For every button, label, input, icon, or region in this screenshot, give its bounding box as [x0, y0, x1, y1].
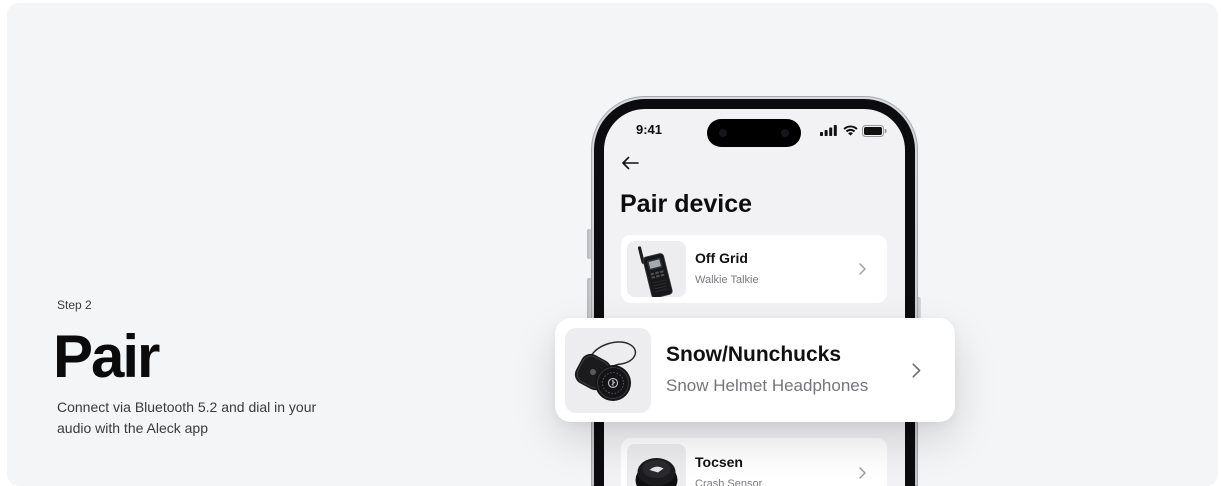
featured-device-subtitle: Snow Helmet Headphones [666, 376, 869, 395]
chevron-right-icon [859, 263, 866, 275]
device-subtitle: Walkie Talkie [695, 274, 759, 286]
wifi-icon [843, 125, 858, 136]
device-thumbnail [627, 241, 686, 297]
signal-icon [820, 125, 837, 136]
featured-device-card[interactable]: Snow/Nunchucks Snow Helmet Headphones [555, 318, 955, 422]
battery-icon [862, 124, 887, 137]
phone-bezel: 9:41 Pair device Off Grid Walkie Talkie … [594, 99, 915, 486]
arrow-left-icon[interactable] [621, 156, 639, 170]
chevron-right-icon [912, 363, 921, 378]
pair-step-section: Step 2 Pair Connect via Bluetooth 5.2 an… [7, 3, 1218, 486]
step-description: Connect via Bluetooth 5.2 and dial in yo… [57, 399, 317, 436]
device-thumbnail [565, 328, 651, 413]
status-time: 9:41 [636, 122, 663, 137]
featured-device-name: Snow/Nunchucks [666, 343, 842, 366]
device-subtitle: Crash Sensor [695, 478, 763, 486]
device-thumbnail [627, 444, 686, 486]
helmet-headphones-image [574, 341, 637, 401]
chevron-right-icon [859, 467, 866, 479]
dynamic-island [707, 119, 801, 147]
walkie-talkie-image [637, 246, 673, 297]
crash-sensor-image [635, 458, 678, 486]
step-title: Pair [53, 323, 160, 390]
phone-mockup: 9:41 Pair device Off Grid Walkie Talkie … [591, 96, 918, 486]
device-card-off-grid[interactable]: Off Grid Walkie Talkie [621, 235, 887, 303]
device-name: Tocsen [695, 454, 743, 470]
phone-screen: 9:41 Pair device Off Grid Walkie Talkie … [604, 109, 905, 486]
screen-title: Pair device [620, 190, 753, 218]
step-label: Step 2 [57, 298, 92, 312]
device-name: Off Grid [695, 250, 748, 266]
device-card-tocsen[interactable]: Tocsen Crash Sensor [621, 438, 887, 486]
camera-dot [781, 129, 789, 137]
sensor-dot [719, 129, 727, 137]
